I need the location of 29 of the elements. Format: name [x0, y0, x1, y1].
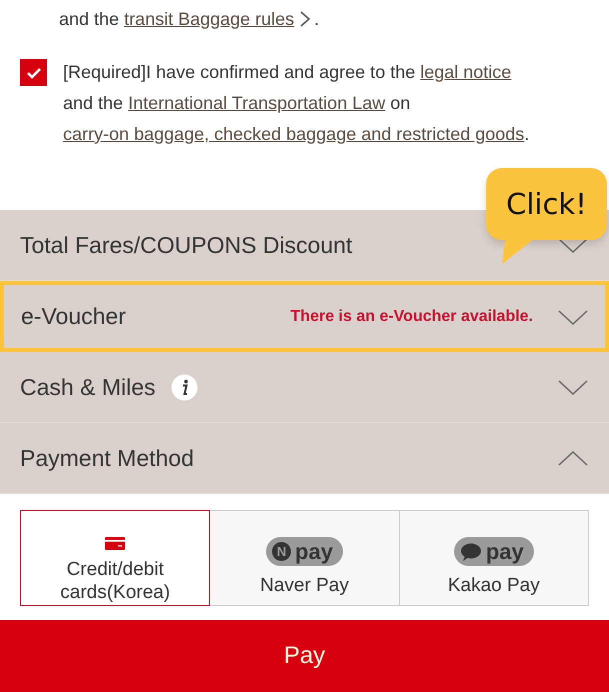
section-title: Payment Method: [20, 444, 194, 472]
accordion-row[interactable]: e-Voucher There is an e-Voucher available.: [0, 281, 609, 352]
info-icon: [171, 374, 198, 400]
chevron-down-icon: [557, 378, 589, 396]
section-title: Cash & Miles: [20, 374, 156, 400]
chevron-up-icon: [557, 449, 589, 467]
link[interactable]: International Transportation Law: [128, 93, 386, 113]
badge-letter: N: [272, 542, 292, 561]
badge-text: pay: [295, 540, 333, 562]
link[interactable]: legal notice: [420, 62, 512, 82]
checkmark-icon: [26, 66, 42, 80]
section-title: Total Fares/COUPONS Discount: [20, 232, 352, 258]
link[interactable]: transit Baggage rules: [124, 9, 294, 29]
notice-text: and the transit Baggage rules .: [58, 8, 320, 31]
chevron-right-icon: [299, 11, 312, 27]
badge-text: pay: [486, 540, 524, 562]
link[interactable]: carry-on baggage, checked baggage and restricted goods: [63, 124, 524, 144]
payment-method-tab[interactable]: Credit/debit cards(Korea): [20, 510, 210, 606]
voucher-message: There is an e-Voucher available.: [290, 308, 533, 326]
pay-button[interactable]: Pay: [0, 620, 609, 692]
section-title: e-Voucher: [21, 303, 126, 330]
payment-method-tab[interactable]: pay Kakao Pay: [400, 510, 589, 606]
chevron-down-icon: [557, 308, 589, 326]
agreement-text: [Required]I have confirmed and agree to the legal notice and the International Transportation Law on carry-on baggage, checked baggage and restricted goods.: [63, 61, 530, 146]
speech-bubble-icon: [460, 542, 482, 560]
accordion-row[interactable]: Cash & Miles: [0, 352, 609, 423]
accordion-row[interactable]: Payment Method: [0, 423, 609, 494]
checkbox[interactable]: [20, 59, 47, 86]
payment-method-tab[interactable]: N pay Naver Pay: [210, 510, 400, 606]
